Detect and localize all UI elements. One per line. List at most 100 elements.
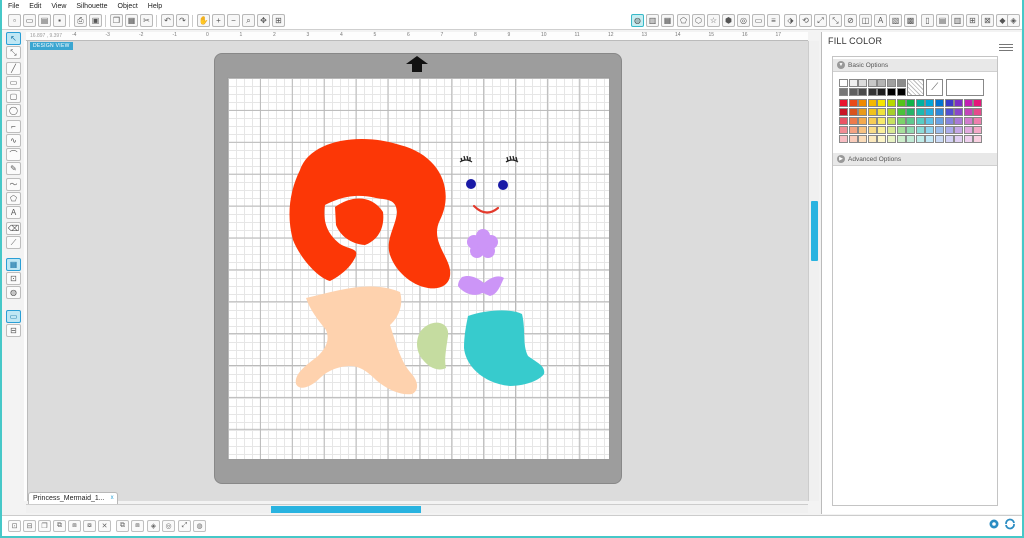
color-swatch[interactable] [848,117,858,125]
advanced-options-header[interactable]: ▶ Advanced Options [833,153,997,166]
select-all-icon[interactable]: ⊡ [8,520,21,532]
color-swatch[interactable] [877,126,887,134]
color-swatch[interactable] [839,99,848,107]
release-compound-path-icon[interactable]: ◎ [162,520,175,532]
sync-icon[interactable] [1004,518,1016,530]
gray-swatch[interactable] [877,88,887,96]
color-swatch[interactable] [848,108,858,116]
gray-swatch[interactable] [858,79,868,87]
color-swatch[interactable] [973,99,983,107]
eyelashes-shape[interactable] [459,155,519,163]
vertical-scroll-thumb[interactable] [811,201,818,261]
gray-swatch[interactable] [887,88,896,96]
gray-swatch[interactable] [896,88,906,96]
color-swatch[interactable] [973,117,983,125]
color-swatch[interactable] [877,117,887,125]
color-swatch[interactable] [906,99,916,107]
no-fill-swatch[interactable] [907,79,925,96]
delete-icon[interactable]: ⧉ [53,520,66,532]
panel-menu-icon[interactable] [999,44,1013,53]
color-swatch[interactable] [944,126,954,134]
color-swatch[interactable] [963,117,973,125]
color-swatch[interactable] [925,126,935,134]
color-swatch[interactable] [954,117,964,125]
color-swatch[interactable] [954,108,964,116]
move-to-back-icon[interactable]: ⧈ [68,520,81,532]
color-swatch[interactable] [935,135,944,143]
color-swatch[interactable] [839,117,848,125]
document-tab[interactable]: Princess_Mermaid_1... x [28,492,118,504]
color-swatch[interactable] [896,126,906,134]
color-swatch[interactable] [858,108,868,116]
color-swatch[interactable] [954,126,964,134]
fin-shape[interactable] [417,322,449,370]
color-swatch[interactable] [887,135,896,143]
color-swatch[interactable] [915,117,925,125]
color-swatch[interactable] [839,135,848,143]
color-swatch[interactable] [896,108,906,116]
color-swatch[interactable] [896,117,906,125]
hair-shape[interactable] [289,138,451,289]
color-swatch[interactable] [944,117,954,125]
weld-icon[interactable]: ⤢ [178,520,191,532]
cancel-icon[interactable]: ✕ [98,520,111,532]
group-icon[interactable]: ⧉ [116,520,129,532]
gray-swatch[interactable] [848,88,858,96]
gray-swatch[interactable] [877,79,887,87]
color-swatch[interactable] [858,117,868,125]
shell-flower-shape[interactable] [467,229,498,258]
color-swatch[interactable] [848,126,858,134]
color-swatch[interactable] [925,99,935,107]
settings-gear-icon[interactable] [988,518,1000,530]
color-swatch[interactable] [963,135,973,143]
color-swatch[interactable] [915,99,925,107]
color-swatch[interactable] [935,99,944,107]
basic-options-header[interactable]: ▼ Basic Options [833,59,997,72]
color-swatch[interactable] [877,99,887,107]
color-swatch[interactable] [887,126,896,134]
color-swatch[interactable] [944,99,954,107]
left-eye-shape[interactable] [466,179,476,189]
color-swatch[interactable] [896,99,906,107]
gray-swatch[interactable] [839,79,848,87]
duplicate-icon[interactable]: ❐ [38,520,51,532]
gray-swatch[interactable] [887,79,896,87]
color-swatch[interactable] [858,99,868,107]
body-shape[interactable] [295,286,418,395]
right-eye-shape[interactable] [498,180,508,190]
color-swatch[interactable] [954,99,964,107]
close-tab-icon[interactable]: x [111,493,114,504]
color-swatch[interactable] [867,126,877,134]
color-swatch[interactable] [963,108,973,116]
gray-swatch[interactable] [839,88,848,96]
color-swatch[interactable] [887,108,896,116]
gray-swatch[interactable] [867,88,877,96]
gray-swatch[interactable] [858,88,868,96]
color-swatch[interactable] [867,99,877,107]
gray-swatch[interactable] [848,79,858,87]
ungroup-icon[interactable]: ⧈ [131,520,144,532]
color-swatch[interactable] [915,108,925,116]
gray-swatch[interactable] [896,79,906,87]
horizontal-scroll-thumb[interactable] [271,506,421,513]
color-swatch[interactable] [925,135,935,143]
gray-swatch[interactable] [867,79,877,87]
color-swatch[interactable] [973,135,983,143]
color-swatch[interactable] [944,135,954,143]
deselect-icon[interactable]: ⊟ [23,520,36,532]
color-swatch[interactable] [858,135,868,143]
color-swatch[interactable] [887,117,896,125]
offset-quick-icon[interactable]: ◍ [193,520,206,532]
color-swatch[interactable] [963,99,973,107]
color-swatch[interactable] [906,108,916,116]
horizontal-scrollbar[interactable] [26,504,808,513]
color-swatch[interactable] [963,126,973,134]
color-swatch[interactable] [858,126,868,134]
color-swatch[interactable] [973,108,983,116]
color-swatch[interactable] [839,126,848,134]
color-swatch[interactable] [954,135,964,143]
mouth-shape[interactable] [472,204,500,214]
color-swatch[interactable] [915,135,925,143]
color-swatch[interactable] [848,135,858,143]
color-swatch[interactable] [887,99,896,107]
